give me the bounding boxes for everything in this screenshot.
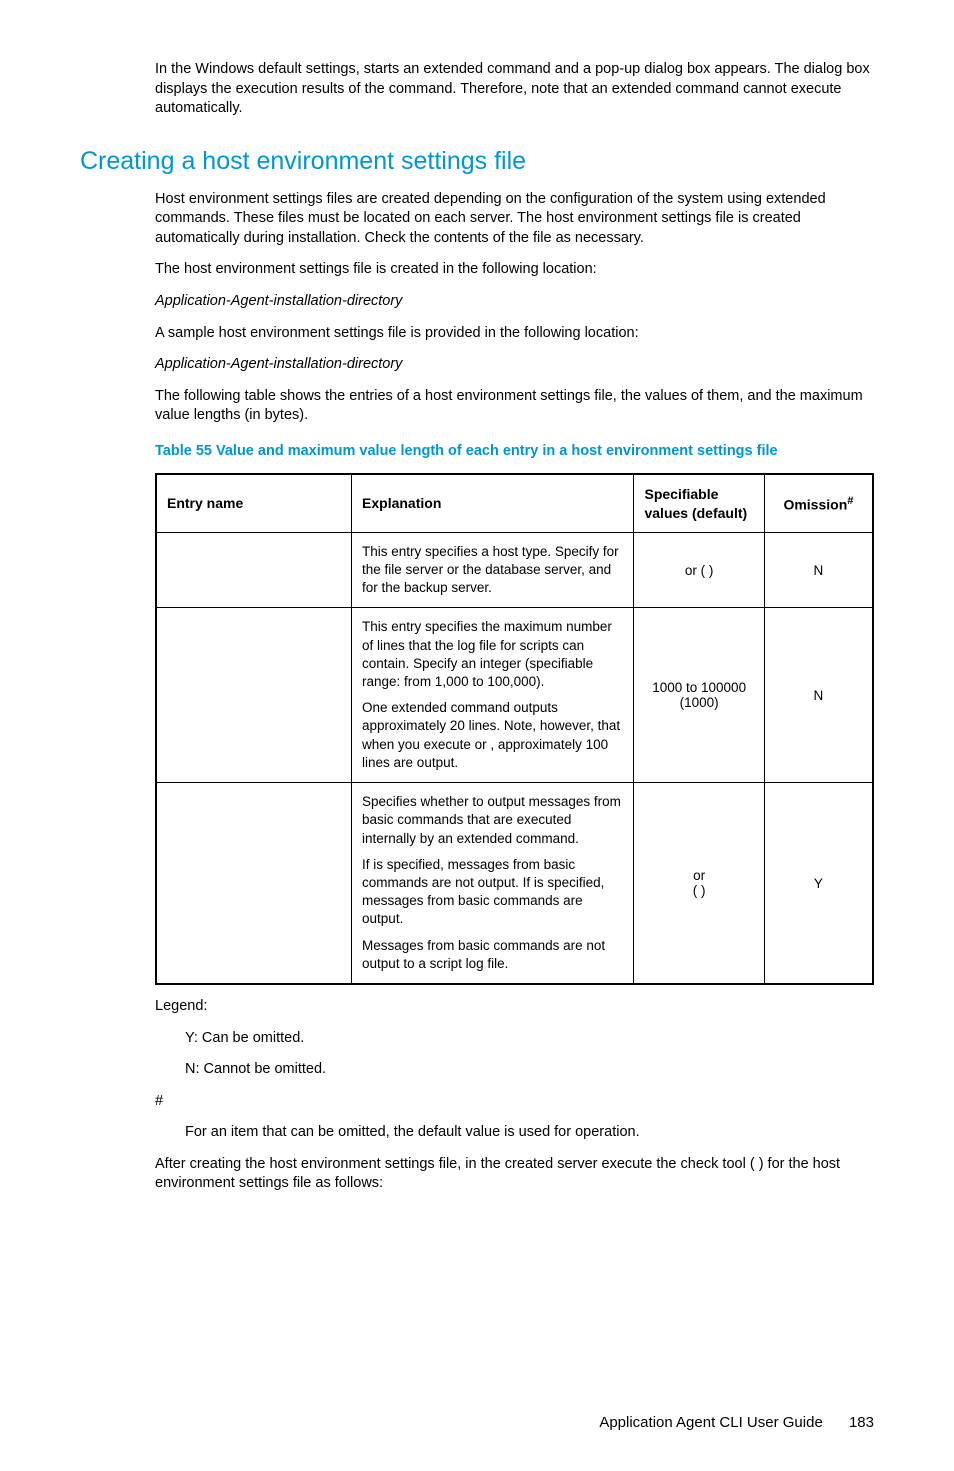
cell-spec: or ( ) [634, 532, 764, 608]
legend-hash-text: For an item that can be omitted, the def… [185, 1123, 874, 1143]
legend-n: N: Cannot be omitted. [185, 1060, 874, 1080]
intro-paragraph: In the Windows default settings, starts … [155, 60, 874, 119]
cell-explanation: This entry specifies a host type. Specif… [352, 532, 634, 608]
section-heading: Creating a host environment settings fil… [80, 147, 874, 176]
legend-hash: # [155, 1092, 874, 1112]
explanation-text: Messages from basic commands are not out… [362, 937, 623, 973]
table-row: Specifies whether to output messages fro… [156, 783, 873, 984]
section-p2: The host environment settings file is cr… [155, 260, 874, 280]
cell-entry [156, 783, 352, 984]
th-entry: Entry name [156, 474, 352, 532]
section-p6: The following table shows the entries of… [155, 387, 874, 426]
page-footer: Application Agent CLI User Guide 183 [80, 1414, 874, 1431]
cell-omission: N [764, 532, 873, 608]
cell-spec: 1000 to 100000 (1000) [634, 608, 764, 783]
cell-omission: N [764, 608, 873, 783]
table-row: This entry specifies the maximum number … [156, 608, 873, 783]
legend-hash-indent: For an item that can be omitted, the def… [185, 1123, 874, 1143]
legend-y: Y: Can be omitted. [185, 1029, 874, 1049]
th-spec: Specifiable values (default) [634, 474, 764, 532]
legend-indent: Y: Can be omitted. N: Cannot be omitted. [185, 1029, 874, 1080]
th-explanation: Explanation [352, 474, 634, 532]
explanation-text: One extended command outputs approximate… [362, 699, 623, 772]
explanation-text: This entry specifies the maximum number … [362, 618, 623, 691]
cell-spec: or ( ) [634, 783, 764, 984]
footer-title: Application Agent CLI User Guide [599, 1414, 822, 1431]
cell-entry [156, 608, 352, 783]
table-title: Table 55 Value and maximum value length … [155, 442, 874, 462]
cell-explanation: This entry specifies the maximum number … [352, 608, 634, 783]
page-root: In the Windows default settings, starts … [0, 0, 954, 1471]
legend-block: Legend: Y: Can be omitted. N: Cannot be … [155, 997, 874, 1080]
footer-page-number: 183 [849, 1414, 874, 1431]
intro-text-a: In the Windows default settings, [155, 61, 364, 77]
cell-explanation: Specifies whether to output messages fro… [352, 783, 634, 984]
settings-table: Entry name Explanation Specifiable value… [155, 473, 874, 985]
table-header-row: Entry name Explanation Specifiable value… [156, 474, 873, 532]
section-p3: Application-Agent-installation-directory [155, 292, 874, 312]
cell-entry [156, 532, 352, 608]
table-row: This entry specifies a host type. Specif… [156, 532, 873, 608]
section-body: Host environment settings files are crea… [155, 190, 874, 1194]
after-text-a: After creating the host environment sett… [155, 1156, 755, 1172]
after-paragraph: After creating the host environment sett… [155, 1155, 874, 1194]
cell-omission: Y [764, 783, 873, 984]
th-omission-label: Omission [783, 496, 847, 512]
explanation-text: If is specified, messages from basic com… [362, 856, 623, 929]
th-omission-hash: # [847, 495, 853, 507]
section-p4: A sample host environment settings file … [155, 324, 874, 344]
explanation-text: Specifies whether to output messages fro… [362, 793, 623, 848]
explanation-text: This entry specifies a host type. Specif… [362, 543, 623, 598]
th-omission: Omission# [764, 474, 873, 532]
intro-block: In the Windows default settings, starts … [155, 60, 874, 119]
legend-title: Legend: [155, 997, 874, 1017]
section-p1: Host environment settings files are crea… [155, 190, 874, 249]
section-p5: Application-Agent-installation-directory [155, 355, 874, 375]
